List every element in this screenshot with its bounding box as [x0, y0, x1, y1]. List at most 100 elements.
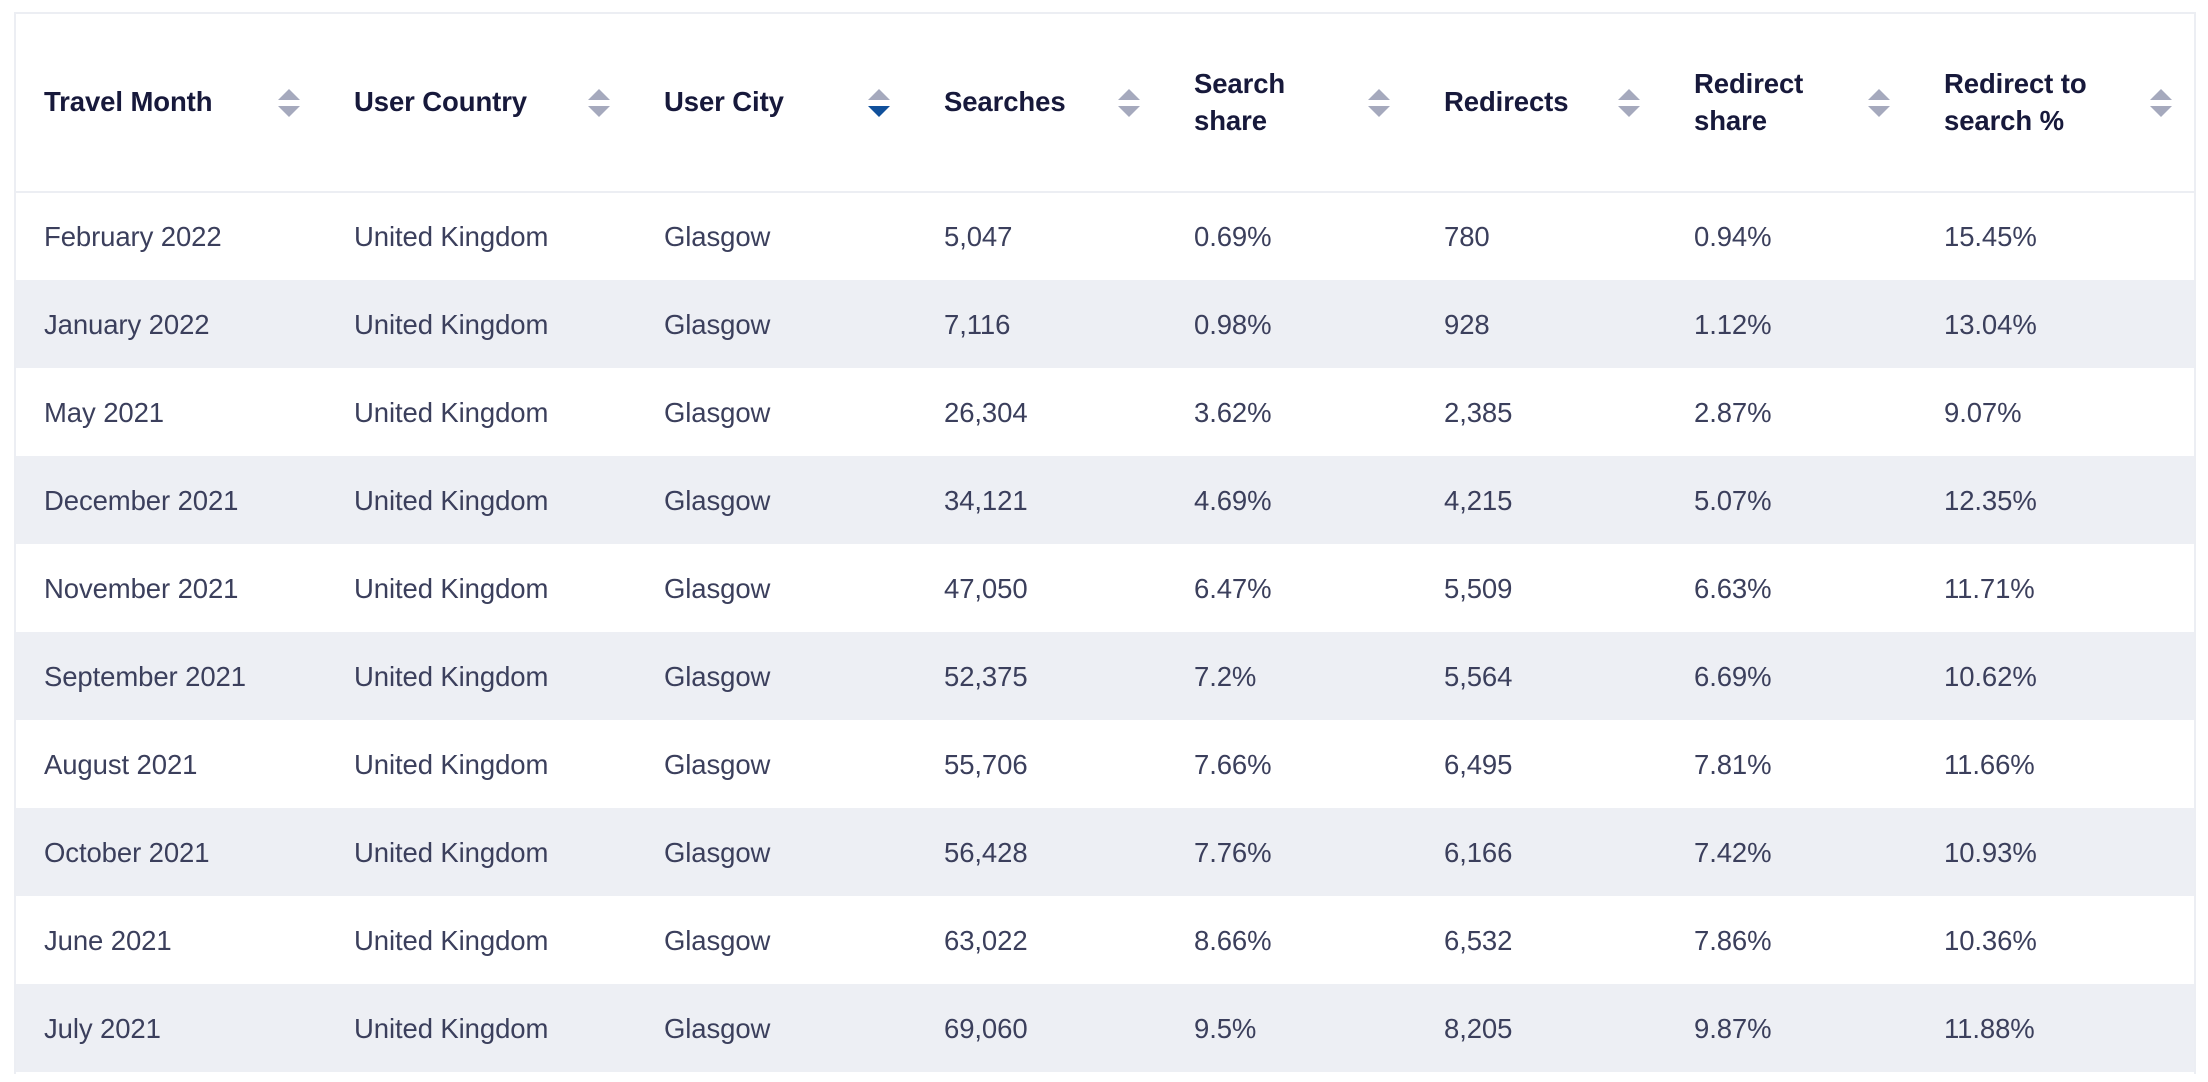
sort-icon[interactable] — [868, 83, 890, 123]
table-cell: Glasgow — [664, 836, 771, 868]
table-cell: 7,116 — [944, 308, 1011, 340]
table-cell: 8,205 — [1444, 1012, 1513, 1044]
table-row[interactable]: February 2022 United Kingdom Glasgow 5,047 0… — [16, 192, 2194, 280]
table-cell: Glasgow — [664, 484, 771, 516]
table-cell: 6,532 — [1444, 924, 1513, 956]
table-cell: 780 — [1444, 221, 1490, 252]
table-cell: 10.36% — [1944, 924, 2037, 956]
sort-icon[interactable] — [1368, 83, 1390, 123]
caret-down-icon — [588, 105, 610, 117]
table-cell: 6.69% — [1694, 660, 1772, 692]
table-cell: 4,215 — [1444, 484, 1513, 516]
column-header-label: Redirects — [1444, 86, 1569, 118]
table-cell: 5,564 — [1444, 660, 1513, 692]
table-cell: June 2021 — [44, 924, 172, 956]
table-cell: United Kingdom — [354, 924, 549, 956]
table-row[interactable]: August 2021 United Kingdom Glasgow 55,706 7.… — [16, 720, 2194, 808]
table-cell: July 2021 — [44, 1012, 161, 1044]
column-header-user-city[interactable]: User City — [636, 14, 916, 193]
table-body: February 2022 United Kingdom Glasgow 5,047 0… — [16, 192, 2194, 1072]
table-row[interactable]: September 2021 United Kingdom Glasgow 52,37… — [16, 632, 2194, 720]
table-cell: United Kingdom — [354, 308, 549, 340]
table-cell: 7.76% — [1194, 836, 1272, 868]
table-cell: August 2021 — [44, 748, 198, 780]
table-cell: 11.71% — [1944, 572, 2035, 604]
table-cell: 7.86% — [1694, 924, 1772, 956]
caret-down-icon — [1368, 105, 1390, 117]
column-header-searches[interactable]: Searches — [916, 14, 1166, 193]
sort-icon[interactable] — [278, 83, 300, 123]
column-header-user-country[interactable]: User Country — [326, 14, 636, 193]
column-header-label: User Country — [354, 86, 527, 118]
table-cell: 11.66% — [1944, 748, 2035, 780]
table-cell: 928 — [1444, 308, 1490, 340]
table-row[interactable]: December 2021 United Kingdom Glasgow 34,121… — [16, 456, 2194, 544]
table-row[interactable]: January 2022 United Kingdom Glasgow 7,116 0.… — [16, 280, 2194, 368]
table-row[interactable]: June 2021 United Kingdom Glasgow 63,022 8.66… — [16, 896, 2194, 984]
table-cell: 69,060 — [944, 1012, 1028, 1044]
caret-up-icon — [1618, 88, 1640, 100]
table-cell: 56,428 — [944, 836, 1028, 868]
table-cell: October 2021 — [44, 836, 210, 868]
caret-up-icon — [2150, 88, 2172, 100]
table-cell: 5,509 — [1444, 572, 1513, 604]
sort-icon[interactable] — [2150, 83, 2172, 123]
caret-down-icon — [1618, 105, 1640, 117]
table-cell: United Kingdom — [354, 572, 549, 604]
table-cell: Glasgow — [664, 396, 771, 428]
column-header-redirect-to-search[interactable]: Redirect to search % — [1916, 14, 2194, 193]
caret-up-icon — [1868, 88, 1890, 100]
table-cell: United Kingdom — [354, 396, 549, 428]
table-cell: 3.62% — [1194, 396, 1272, 428]
sort-icon[interactable] — [1868, 83, 1890, 123]
table-cell: 6.63% — [1694, 572, 1772, 604]
table-cell: 47,050 — [944, 572, 1028, 604]
table-row[interactable]: July 2021 United Kingdom Glasgow 69,060 9.5%… — [16, 984, 2194, 1072]
column-header-label: Travel Month — [44, 86, 213, 118]
table-cell: 63,022 — [944, 924, 1028, 956]
table-cell: January 2022 — [44, 308, 210, 340]
column-header-label: Searches — [944, 86, 1066, 118]
sort-icon[interactable] — [1618, 83, 1640, 123]
table-cell: 0.94% — [1694, 221, 1772, 252]
table-cell: Glasgow — [664, 308, 771, 340]
caret-down-icon — [868, 105, 890, 117]
table-cell: 9.87% — [1694, 1012, 1772, 1044]
table-cell: Glasgow — [664, 1012, 771, 1044]
column-header-travel-month[interactable]: Travel Month — [16, 14, 326, 193]
table-cell: United Kingdom — [354, 836, 549, 868]
table-cell: 2.87% — [1694, 396, 1772, 428]
table-cell: 13.04% — [1944, 308, 2037, 340]
caret-down-icon — [1118, 105, 1140, 117]
table-cell: United Kingdom — [354, 660, 549, 692]
table-cell: United Kingdom — [354, 484, 549, 516]
sort-icon[interactable] — [588, 83, 610, 123]
caret-up-icon — [868, 88, 890, 100]
table-cell: Glasgow — [664, 221, 771, 252]
caret-down-icon — [1868, 105, 1890, 117]
data-table-container: Travel Month User Country User City Searche… — [14, 12, 2196, 1074]
caret-up-icon — [1118, 88, 1140, 100]
table-cell: United Kingdom — [354, 221, 549, 252]
sort-icon[interactable] — [1118, 83, 1140, 123]
column-header-redirects[interactable]: Redirects — [1416, 14, 1666, 193]
table-cell: United Kingdom — [354, 748, 549, 780]
table-cell: Glasgow — [664, 924, 771, 956]
table-row[interactable]: October 2021 United Kingdom Glasgow 56,428 7… — [16, 808, 2194, 896]
column-header-search-share[interactable]: Search share — [1166, 14, 1416, 193]
table-cell: 52,375 — [944, 660, 1028, 692]
table-row[interactable]: November 2021 United Kingdom Glasgow 47,050… — [16, 544, 2194, 632]
table-cell: 5,047 — [944, 221, 1013, 252]
table-cell: 10.62% — [1944, 660, 2037, 692]
table-cell: 12.35% — [1944, 484, 2037, 516]
table-cell: December 2021 — [44, 484, 239, 516]
table-cell: 6.47% — [1194, 572, 1272, 604]
table-cell: 10.93% — [1944, 836, 2037, 868]
table-cell: Glasgow — [664, 660, 771, 692]
table-cell: September 2021 — [44, 660, 246, 692]
table-cell: November 2021 — [44, 572, 239, 604]
table-row[interactable]: May 2021 United Kingdom Glasgow 26,304 3.62%… — [16, 368, 2194, 456]
analytics-table: Travel Month User Country User City Searche… — [16, 14, 2194, 1072]
column-header-redirect-share[interactable]: Redirect share — [1666, 14, 1916, 193]
table-header-row: Travel Month User Country User City Searche… — [16, 14, 2194, 193]
